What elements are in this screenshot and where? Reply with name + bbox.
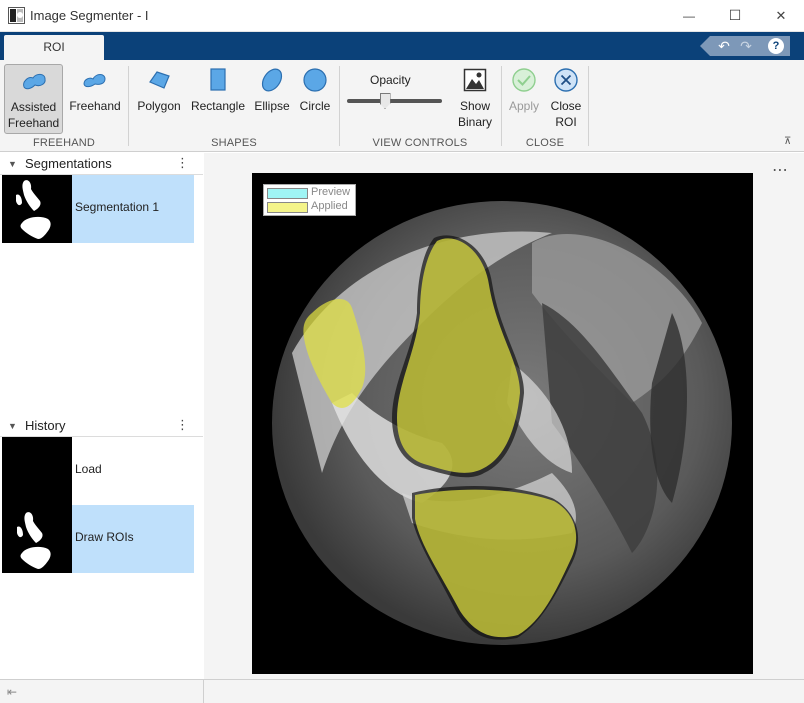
close-roi-button[interactable]: Close ROI: [547, 64, 585, 134]
history-list: Load Draw ROIs: [0, 437, 203, 679]
applied-swatch: [267, 202, 308, 213]
close-roi-label-2: ROI: [555, 115, 577, 129]
close-icon: ✕: [775, 7, 787, 23]
assisted-freehand-icon: [18, 65, 50, 97]
check-circle-icon: [508, 64, 540, 96]
collapse-caret-icon[interactable]: ▼: [8, 159, 17, 169]
ellipse-button[interactable]: Ellipse: [252, 64, 292, 134]
list-item-label: Segmentation 1: [75, 200, 160, 214]
freehand-button[interactable]: Freehand: [66, 64, 124, 134]
circle-button[interactable]: Circle: [296, 64, 334, 134]
assisted-freehand-button[interactable]: Assisted Freehand: [4, 64, 63, 134]
polygon-icon: [143, 64, 175, 96]
opacity-label: Opacity: [370, 73, 411, 87]
polygon-label: Polygon: [137, 99, 181, 113]
view-controls-section-label: VIEW CONTROLS: [372, 137, 468, 149]
close-section-label: CLOSE: [525, 137, 565, 149]
maximize-button[interactable]: ☐: [712, 0, 758, 31]
left-pane: ▼ Segmentations ⋮ Segmentation 1 ▼ Histo…: [0, 153, 203, 679]
ellipse-label: Ellipse: [254, 99, 290, 113]
legend-preview-label: Preview: [311, 186, 351, 198]
history-thumbnail: [2, 437, 72, 505]
rectangle-icon: [202, 64, 234, 96]
image-canvas[interactable]: Preview Applied: [252, 173, 753, 674]
collapse-caret-icon[interactable]: ▼: [8, 421, 17, 431]
undo-button[interactable]: ↶: [714, 36, 734, 56]
close-roi-label-1: Close: [550, 99, 582, 113]
x-circle-icon: [550, 64, 582, 96]
list-item[interactable]: Segmentation 1: [2, 175, 194, 243]
quick-access-toolbar: ↶ ↷ ?: [700, 36, 790, 56]
ellipse-icon: [256, 64, 288, 96]
segmentations-title: Segmentations: [25, 156, 112, 171]
history-title: History: [25, 418, 66, 433]
minimize-icon: —: [683, 8, 695, 23]
shapes-section-label: SHAPES: [211, 137, 257, 149]
collapse-left-icon[interactable]: ⇤: [7, 685, 17, 699]
ribbon-divider: [588, 66, 589, 146]
freehand-section-label: FREEHAND: [32, 137, 96, 149]
rectangle-label: Rectangle: [190, 99, 246, 113]
help-icon[interactable]: ?: [768, 38, 784, 54]
ribbon-divider: [501, 66, 502, 146]
show-binary-label-1: Show: [459, 99, 491, 113]
freehand-icon: [79, 64, 111, 96]
apply-label: Apply: [508, 99, 540, 113]
app-icon: [8, 7, 25, 24]
close-window-button[interactable]: ✕: [758, 0, 804, 31]
title-bar: Image Segmenter - I — ☐ ✕: [0, 0, 804, 32]
segmentations-header[interactable]: ▼ Segmentations ⋮: [0, 153, 203, 175]
assisted-freehand-label-2: Freehand: [7, 116, 60, 130]
circle-icon: [299, 64, 331, 96]
legend-applied-label: Applied: [311, 200, 348, 212]
tab-strip: ROI ↶ ↷ ?: [0, 32, 804, 60]
minimize-button[interactable]: —: [666, 0, 712, 31]
more-options-icon[interactable]: ⋯: [772, 160, 789, 180]
list-item[interactable]: Load: [2, 437, 194, 505]
polygon-button[interactable]: Polygon: [134, 64, 184, 134]
apply-button[interactable]: Apply: [505, 64, 543, 134]
rectangle-button[interactable]: Rectangle: [188, 64, 248, 134]
show-binary-icon: [459, 64, 491, 96]
list-item-label: Load: [75, 462, 102, 476]
circle-label: Circle: [299, 99, 331, 113]
show-binary-label-2: Binary: [457, 115, 492, 129]
ribbon-divider: [128, 66, 129, 146]
redo-button[interactable]: ↷: [736, 36, 756, 56]
opacity-slider-track[interactable]: [347, 99, 442, 103]
ribbon-divider: [339, 66, 340, 146]
window-title: Image Segmenter - I: [30, 8, 149, 23]
overlay-legend: Preview Applied: [263, 184, 356, 216]
kebab-menu-icon[interactable]: ⋮: [176, 417, 189, 433]
show-binary-button[interactable]: Show Binary: [452, 64, 498, 134]
segmentations-list: Segmentation 1: [0, 175, 203, 415]
mri-image: [272, 201, 732, 645]
kebab-menu-icon[interactable]: ⋮: [176, 155, 189, 171]
preview-swatch: [267, 188, 308, 199]
opacity-slider-thumb[interactable]: [379, 93, 391, 109]
ribbon-toolstrip: Assisted Freehand Freehand FREEHAND Poly…: [0, 60, 804, 152]
list-item-label: Draw ROIs: [75, 530, 134, 544]
redo-icon: ↷: [740, 37, 752, 54]
status-divider: [203, 680, 204, 703]
freehand-label: Freehand: [69, 99, 121, 113]
list-item[interactable]: Draw ROIs: [2, 505, 194, 573]
collapse-ribbon-icon[interactable]: ⊼: [784, 136, 791, 147]
assisted-freehand-label-1: Assisted: [10, 100, 57, 114]
history-header[interactable]: ▼ History ⋮: [0, 415, 203, 437]
tab-roi[interactable]: ROI: [4, 35, 104, 60]
history-thumbnail: [2, 505, 72, 573]
maximize-icon: ☐: [728, 7, 742, 23]
status-bar: ⇤: [0, 679, 804, 703]
segmentation-thumbnail: [2, 175, 72, 243]
undo-icon: ↶: [718, 37, 730, 54]
